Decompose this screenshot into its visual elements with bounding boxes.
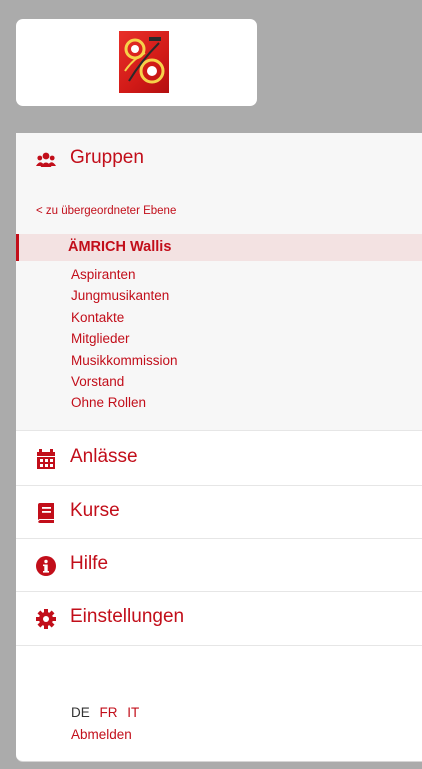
groups-label: Gruppen (70, 147, 144, 168)
settings-nav-item[interactable]: Einstellungen (16, 592, 422, 645)
language-switcher: DE FR IT (71, 705, 145, 720)
language-box (54, 657, 217, 692)
current-group-label: ÄMRICH Wallis (68, 239, 172, 255)
events-nav-item[interactable]: Anlässe (16, 432, 422, 485)
navigation-panel: Gruppen < zu übergeordneter Ebene ÄMRICH… (16, 133, 422, 762)
language-it[interactable]: IT (127, 705, 139, 720)
book-icon (36, 503, 56, 523)
logo-card (16, 19, 257, 106)
brass-band-logo[interactable] (119, 31, 169, 93)
help-nav-item[interactable]: Hilfe (16, 539, 422, 592)
current-group[interactable]: ÄMRICH Wallis (16, 234, 422, 261)
subgroup-item[interactable]: Mitglieder (71, 328, 178, 349)
info-icon (36, 556, 56, 576)
horn-icon (124, 37, 165, 84)
logout-link[interactable]: Abmelden (71, 727, 132, 742)
subgroup-list: Aspiranten Jungmusikanten Kontakte Mitgl… (71, 264, 178, 414)
parent-level-link[interactable]: < zu übergeordneter Ebene (36, 205, 176, 217)
help-label: Hilfe (70, 553, 109, 574)
divider (16, 645, 422, 646)
groups-section: Gruppen < zu übergeordneter Ebene ÄMRICH… (16, 133, 422, 430)
subgroup-item[interactable]: Kontakte (71, 307, 178, 328)
subgroup-item[interactable]: Aspiranten (71, 264, 178, 285)
users-icon (36, 150, 56, 170)
courses-nav-item[interactable]: Kurse (16, 486, 422, 539)
divider (16, 430, 422, 431)
courses-label: Kurse (70, 500, 120, 521)
settings-label: Einstellungen (70, 606, 185, 627)
language-de: DE (71, 705, 90, 720)
subgroup-item[interactable]: Vorstand (71, 371, 178, 392)
events-label: Anlässe (70, 446, 138, 467)
subgroup-item[interactable]: Musikkommission (71, 350, 178, 371)
calendar-icon (36, 449, 56, 469)
groups-header[interactable]: Gruppen (16, 133, 422, 186)
subgroup-item[interactable]: Jungmusikanten (71, 285, 178, 306)
gear-icon (36, 609, 56, 629)
subgroup-item[interactable]: Ohne Rollen (71, 392, 178, 413)
language-fr[interactable]: FR (100, 705, 118, 720)
